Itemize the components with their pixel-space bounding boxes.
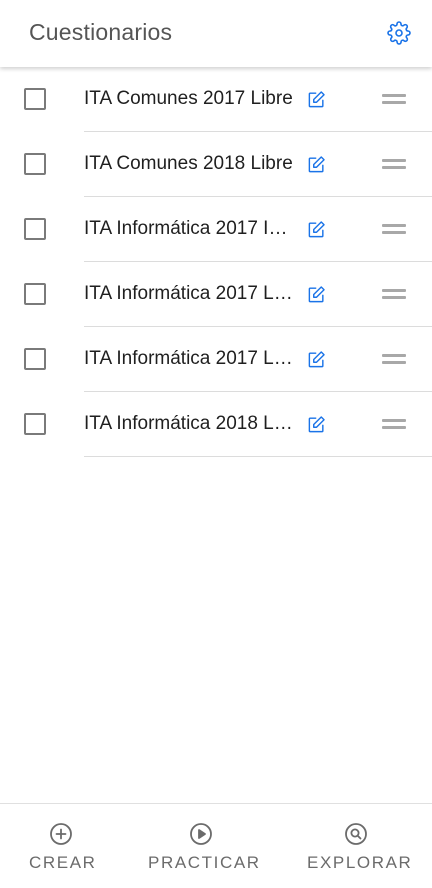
edit-button[interactable] (305, 413, 327, 435)
item-label: ITA Comunes 2017 Libre (84, 88, 293, 109)
item-checkbox[interactable] (24, 413, 46, 435)
edit-icon (308, 90, 325, 107)
list-item[interactable]: ITA Informática 2017 L… (0, 262, 432, 327)
item-label: ITA Informática 2017 I… (84, 218, 288, 239)
questionnaire-list: ITA Comunes 2017 Libre ITA Comunes 2018 L… (0, 67, 432, 457)
item-label: ITA Informática 2017 L… (84, 283, 293, 304)
drag-handle-line (382, 166, 406, 169)
nav-crear-label: CREAR (29, 853, 97, 872)
item-label: ITA Informática 2018 L… (84, 413, 293, 434)
drag-handle[interactable] (380, 351, 408, 367)
item-label: ITA Comunes 2018 Libre (84, 153, 293, 174)
drag-handle-line (382, 159, 406, 162)
gear-icon (387, 21, 411, 45)
app-header: Cuestionarios (0, 0, 432, 67)
nav-practicar-button[interactable]: PRACTICAR (122, 804, 280, 888)
drag-handle-line (382, 361, 406, 364)
drag-handle-line (382, 94, 406, 97)
drag-handle-line (382, 224, 406, 227)
drag-handle[interactable] (380, 156, 408, 172)
bottom-navigation: CREAR PRACTICAR EXPLORAR (0, 803, 432, 888)
drag-handle[interactable] (380, 416, 408, 432)
drag-handle[interactable] (380, 91, 408, 107)
drag-handle[interactable] (380, 286, 408, 302)
edit-icon (308, 415, 325, 432)
list-item[interactable]: ITA Comunes 2018 Libre (0, 132, 432, 197)
edit-icon (308, 350, 325, 367)
nav-crear-button[interactable]: CREAR (0, 804, 122, 888)
edit-button[interactable] (305, 218, 327, 240)
drag-handle-line (382, 419, 406, 422)
plus-circle-icon (48, 821, 74, 847)
search-circle-icon (343, 821, 369, 847)
list-item[interactable]: ITA Informática 2017 I… (0, 197, 432, 262)
list-item[interactable]: ITA Comunes 2017 Libre (0, 67, 432, 132)
edit-button[interactable] (305, 283, 327, 305)
drag-handle-line (382, 289, 406, 292)
drag-handle-line (382, 426, 406, 429)
item-checkbox[interactable] (24, 153, 46, 175)
drag-handle-line (382, 101, 406, 104)
list-item[interactable]: ITA Informática 2018 L… (0, 392, 432, 457)
drag-handle-line (382, 231, 406, 234)
drag-handle-line (382, 296, 406, 299)
nav-explorar-label: EXPLORAR (307, 853, 413, 872)
drag-handle[interactable] (380, 221, 408, 237)
play-circle-icon (188, 821, 214, 847)
settings-button[interactable] (386, 20, 412, 46)
edit-icon (308, 155, 325, 172)
edit-button[interactable] (305, 88, 327, 110)
nav-practicar-label: PRACTICAR (148, 853, 261, 872)
edit-icon (308, 285, 325, 302)
item-label: ITA Informática 2017 L… (84, 348, 293, 369)
item-checkbox[interactable] (24, 283, 46, 305)
drag-handle-line (382, 354, 406, 357)
list-item[interactable]: ITA Informática 2017 L… (0, 327, 432, 392)
row-divider (84, 456, 432, 457)
item-checkbox[interactable] (24, 88, 46, 110)
edit-icon (308, 220, 325, 237)
page-title: Cuestionarios (29, 19, 173, 45)
nav-explorar-button[interactable]: EXPLORAR (280, 804, 432, 888)
item-checkbox[interactable] (24, 218, 46, 240)
edit-button[interactable] (305, 153, 327, 175)
item-checkbox[interactable] (24, 348, 46, 370)
edit-button[interactable] (305, 348, 327, 370)
app-screen: Cuestionarios ITA Comunes 2017 Libre ITA … (0, 0, 432, 888)
